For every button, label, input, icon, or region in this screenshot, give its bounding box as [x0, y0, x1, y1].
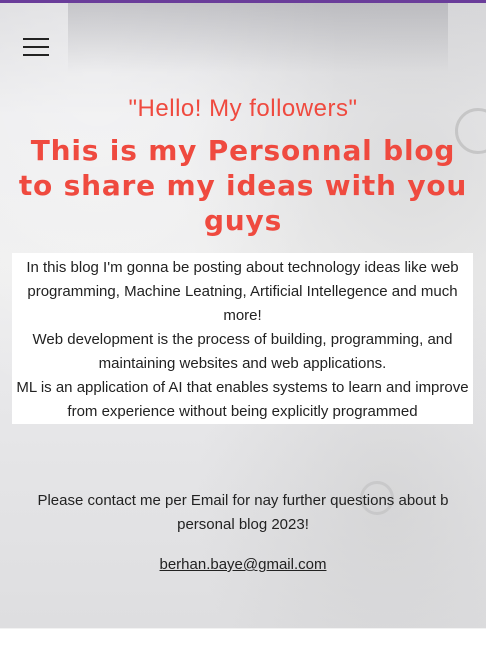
email-link-wrapper: berhan.baye@gmail.com — [0, 554, 486, 576]
web-development-paragraph: Web development is the process of buildi… — [32, 331, 453, 372]
page: "Hello! My followers" This is my Personn… — [0, 0, 486, 652]
menu-bar-line — [23, 38, 49, 40]
intro-paragraph: In this blog I'm gonna be posting about … — [26, 259, 459, 324]
contact-text: Please contact me per Email for nay furt… — [37, 492, 449, 533]
greeting-text: "Hello! My followers" — [128, 95, 358, 122]
intro-text-box: In this blog I'm gonna be posting about … — [12, 253, 473, 424]
menu-bar-line — [23, 46, 49, 48]
page-title: This is my Personnal blog to share my id… — [18, 134, 468, 237]
footer — [0, 628, 486, 652]
email-link[interactable]: berhan.baye@gmail.com — [160, 556, 327, 573]
machine-learning-paragraph: ML is an application of AI that enables … — [16, 379, 469, 420]
hamburger-menu-icon[interactable] — [23, 36, 49, 58]
menu-bar-line — [23, 54, 49, 56]
hero-background-image — [68, 3, 448, 73]
